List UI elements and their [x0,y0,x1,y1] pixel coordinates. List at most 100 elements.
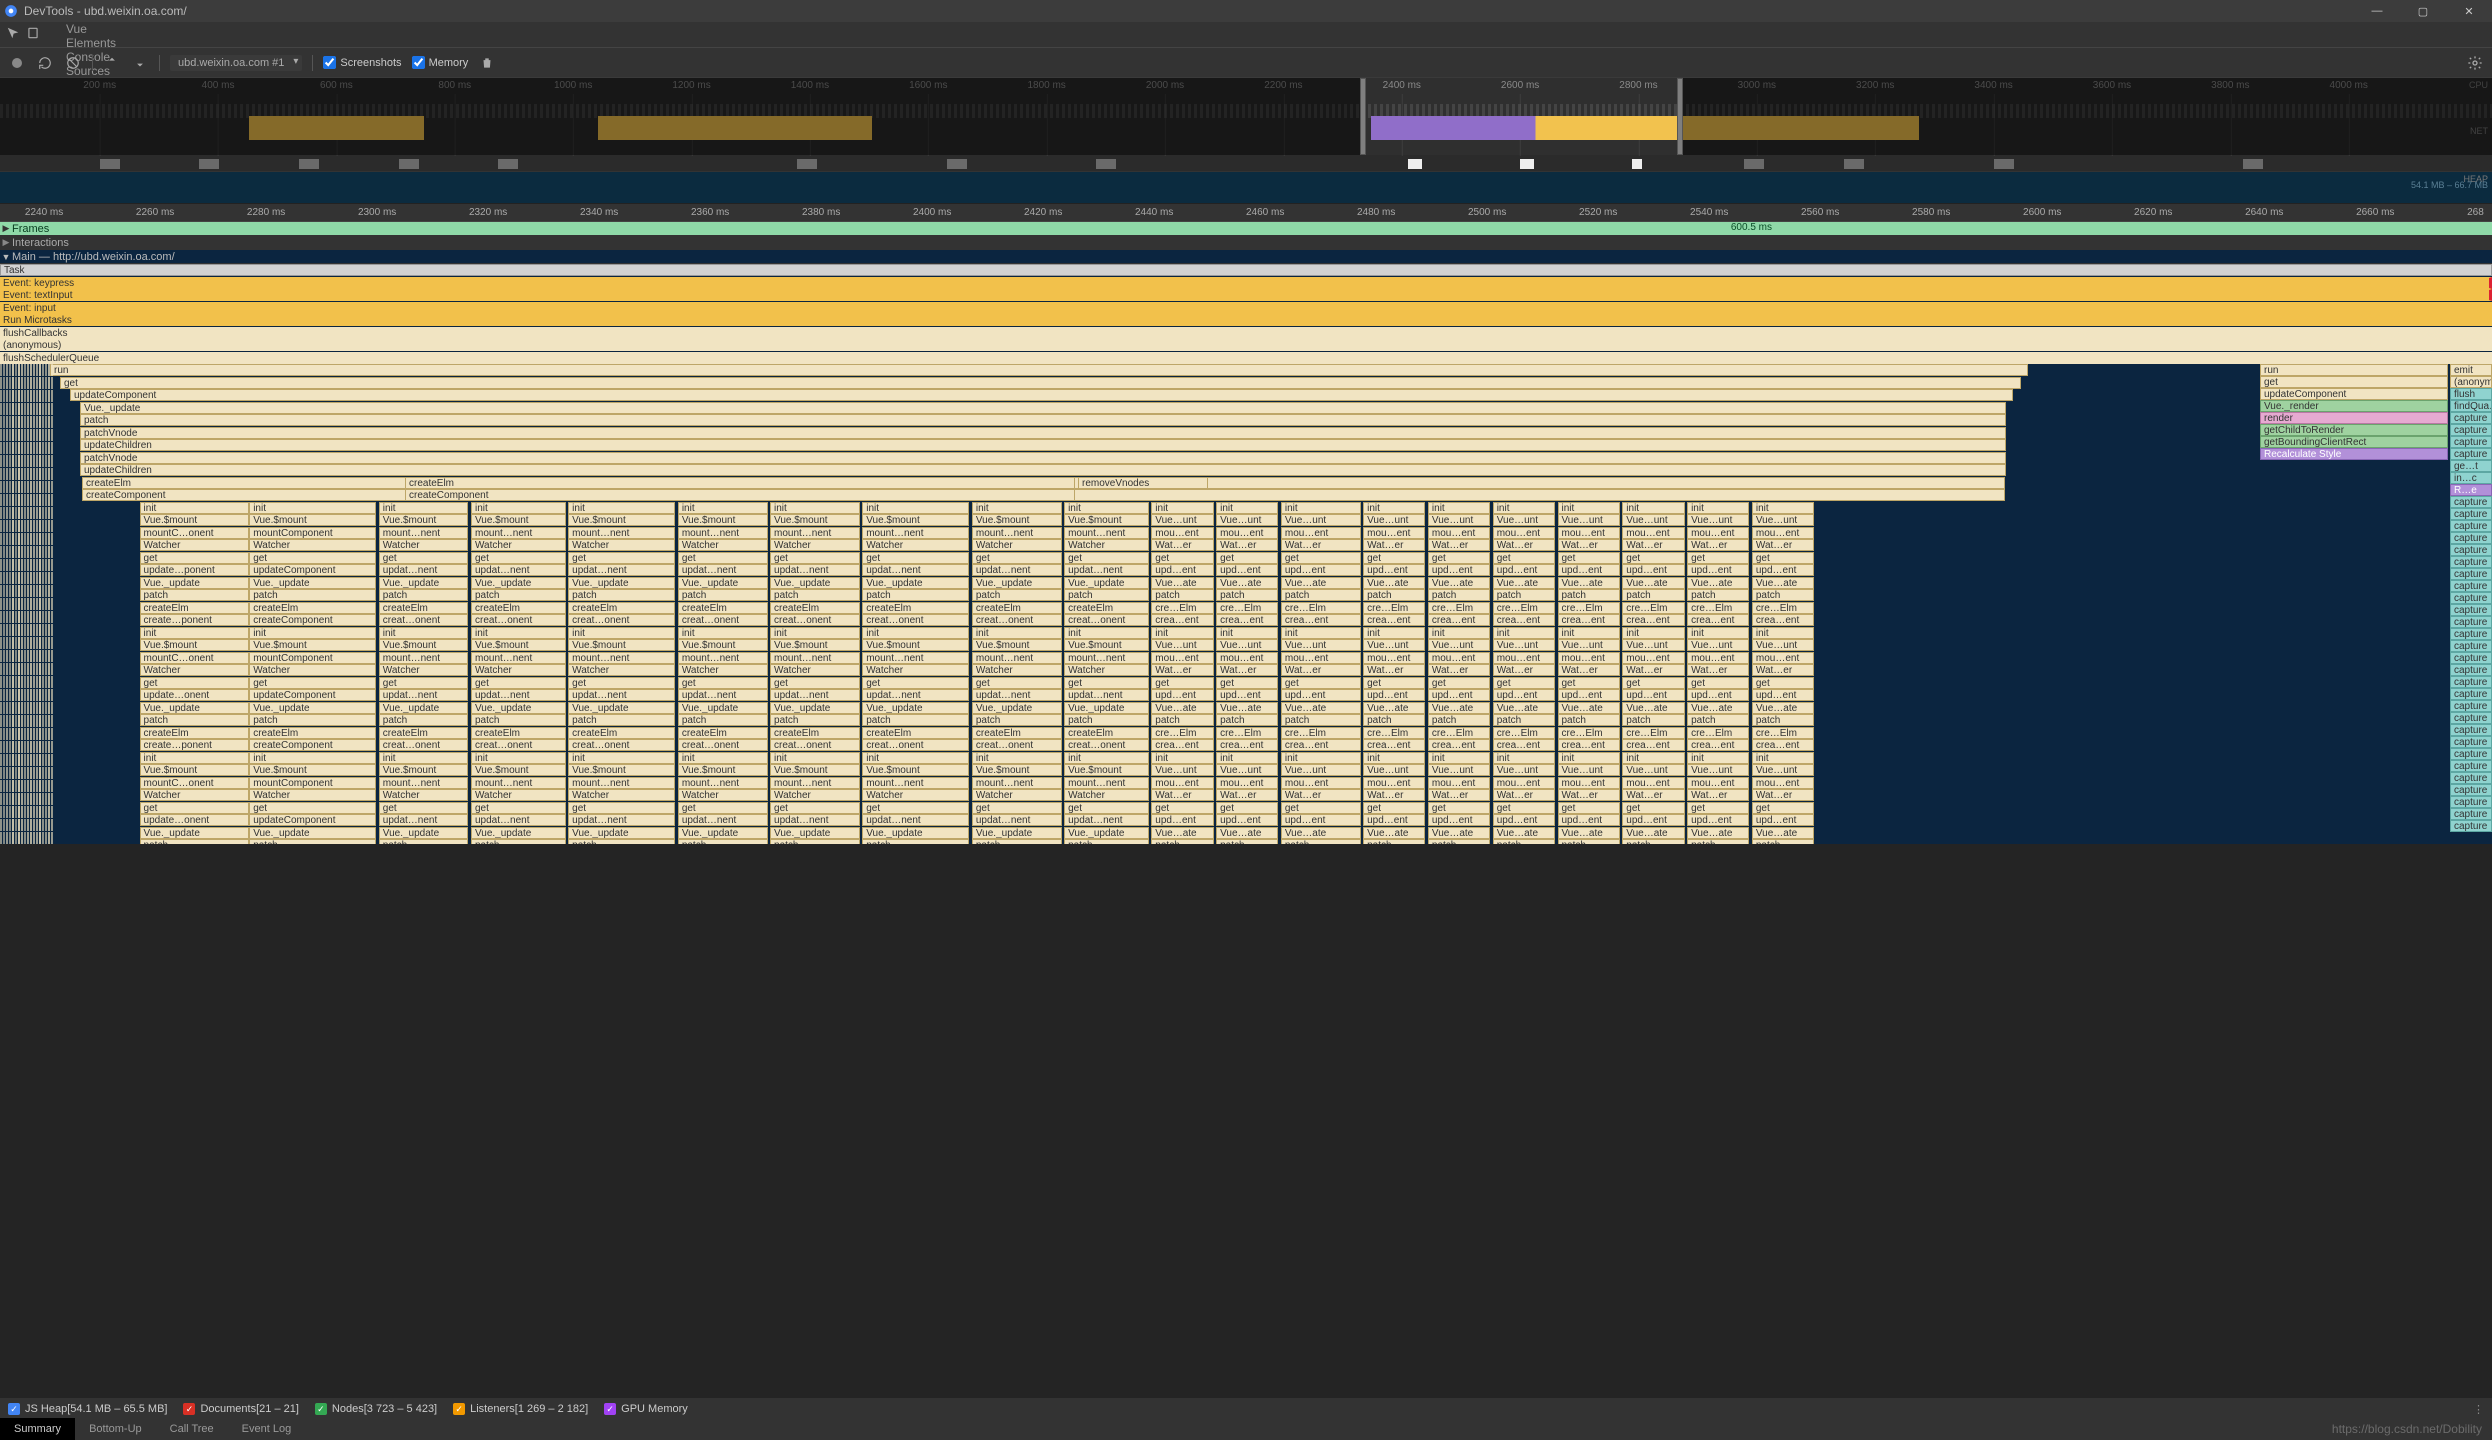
flame-cell[interactable]: capture [2450,640,2492,652]
flame-cell[interactable]: updat…nent [678,564,768,576]
flame-cell[interactable]: init [1064,502,1149,514]
flame-cell[interactable]: cre…Elm [1752,602,1814,614]
flame-cell[interactable]: Vue…ate [1151,702,1213,714]
flame-cell[interactable]: crea…ent [1281,614,1361,626]
flame-cell[interactable]: Vue._update [678,577,768,589]
flame-cell[interactable]: get [862,677,969,689]
flame-cell[interactable]: updat…nent [379,814,469,826]
flame-cell[interactable]: createElm [405,477,1075,489]
flame-cell[interactable]: creat…onent [568,614,675,626]
flame-cell[interactable]: get [1752,677,1814,689]
flame-cell[interactable]: init [1558,627,1620,639]
flame-cell[interactable]: Vue…ate [1493,827,1555,839]
flame-cell[interactable]: Vue._update [568,577,675,589]
flame-cell[interactable]: updat…nent [568,689,675,701]
flame-cell[interactable]: creat…onent [972,614,1062,626]
flame-cell[interactable]: crea…ent [1493,614,1555,626]
flame-cell[interactable]: Event: keypress [0,277,2492,289]
flame-cell[interactable]: mount…nent [379,527,469,539]
gpu-checkbox[interactable]: ✓ [604,1403,616,1415]
flame-cell[interactable]: createElm [568,727,675,739]
flame-cell[interactable]: createComponent [405,489,1075,501]
flame-cell[interactable]: crea…ent [1687,614,1749,626]
flame-cell[interactable]: Vue…ate [1363,827,1425,839]
flame-cell[interactable]: init [972,627,1062,639]
flame-cell[interactable]: mou…ent [1493,777,1555,789]
flame-cell[interactable]: get [1687,802,1749,814]
flame-cell[interactable]: get [249,552,376,564]
flame-cell[interactable]: init [1281,752,1361,764]
flame-cell[interactable]: get [568,802,675,814]
flame-cell[interactable]: Vue…ate [1558,702,1620,714]
flame-cell[interactable]: init [862,752,969,764]
flame-cell[interactable]: mou…ent [1363,777,1425,789]
flame-cell[interactable]: capture [2450,412,2492,424]
flame-cell[interactable]: updat…nent [770,564,860,576]
flame-cell[interactable]: init [1281,502,1361,514]
flame-cell[interactable]: Vue…ate [1151,577,1213,589]
flame-cell[interactable]: patch [1064,714,1149,726]
flame-cell[interactable]: upd…ent [1281,814,1361,826]
flame-cell[interactable]: Wat…er [1216,664,1278,676]
flame-cell[interactable]: Wat…er [1281,539,1361,551]
flame-cell[interactable]: ge…t [2450,460,2492,472]
flame-cell[interactable]: mou…ent [1151,527,1213,539]
flame-cell[interactable]: updat…nent [972,564,1062,576]
flame-cell[interactable]: Vue…unt [1363,764,1425,776]
flame-cell[interactable]: init [1428,502,1490,514]
flame-cell[interactable]: capture [2450,652,2492,664]
flame-cell[interactable]: creat…onent [1064,739,1149,751]
flame-cell[interactable]: updat…nent [972,689,1062,701]
flame-cell[interactable]: patch [568,589,675,601]
flame-cell[interactable]: cre…Elm [1558,602,1620,614]
flame-cell[interactable]: capture [2450,712,2492,724]
flame-cell[interactable]: init [379,752,469,764]
flame-cell[interactable]: patch [1752,714,1814,726]
flame-cell[interactable]: upd…ent [1622,564,1684,576]
flame-cell[interactable]: Vue…ate [1363,702,1425,714]
flame-cell[interactable]: init [1064,752,1149,764]
flame-cell[interactable]: run [2260,364,2448,376]
flame-cell[interactable]: upd…ent [1622,689,1684,701]
flame-cell[interactable]: init [1752,752,1814,764]
flame-cell[interactable]: upd…ent [1216,689,1278,701]
flame-cell[interactable]: createElm [471,602,566,614]
flame-cell[interactable]: Vue…ate [1216,577,1278,589]
flame-cell[interactable]: mou…ent [1687,527,1749,539]
flame-cell[interactable]: patch [1622,589,1684,601]
flame-cell[interactable]: Vue.$mount [862,639,969,651]
flame-cell[interactable]: createComponent [249,614,376,626]
flame-cell[interactable]: capture [2450,820,2492,832]
flame-cell[interactable]: get [1064,552,1149,564]
flame-cell[interactable]: Vue…unt [1622,639,1684,651]
flame-cell[interactable]: run [50,364,2028,376]
flame-cell[interactable]: init [1216,502,1278,514]
flame-cell[interactable]: updat…nent [379,564,469,576]
flame-cell[interactable]: patch [1558,589,1620,601]
flame-cell[interactable]: init [1558,502,1620,514]
flame-cell[interactable]: Vue.$mount [972,764,1062,776]
flame-cell[interactable]: Wat…er [1363,539,1425,551]
flame-cell[interactable]: patch [770,839,860,844]
flame-cell[interactable]: get [1622,677,1684,689]
flame-cell[interactable]: Vue…unt [1363,639,1425,651]
flame-cell[interactable]: Watcher [862,539,969,551]
flame-cell[interactable]: Vue._update [140,577,250,589]
flame-cell[interactable]: mount…nent [471,777,566,789]
flame-cell[interactable]: Vue…unt [1281,764,1361,776]
flame-cell[interactable]: Vue…ate [1151,827,1213,839]
flame-cell[interactable]: Vue…ate [1558,827,1620,839]
flame-cell[interactable]: Wat…er [1493,664,1555,676]
flame-cell[interactable]: mountC…onent [140,527,250,539]
flame-cell[interactable]: updat…nent [678,814,768,826]
flame-cell[interactable]: createComponent [249,739,376,751]
flame-cell[interactable]: patch [678,589,768,601]
flame-cell[interactable]: Watcher [249,539,376,551]
flame-cell[interactable]: init [1064,627,1149,639]
flame-cell[interactable]: upd…ent [1151,564,1213,576]
flame-cell[interactable]: cre…Elm [1558,727,1620,739]
flame-cell[interactable]: Wat…er [1558,664,1620,676]
flame-cell[interactable]: createElm [770,602,860,614]
flame-cell[interactable]: cre…Elm [1687,727,1749,739]
flame-cell[interactable]: patch [1687,589,1749,601]
